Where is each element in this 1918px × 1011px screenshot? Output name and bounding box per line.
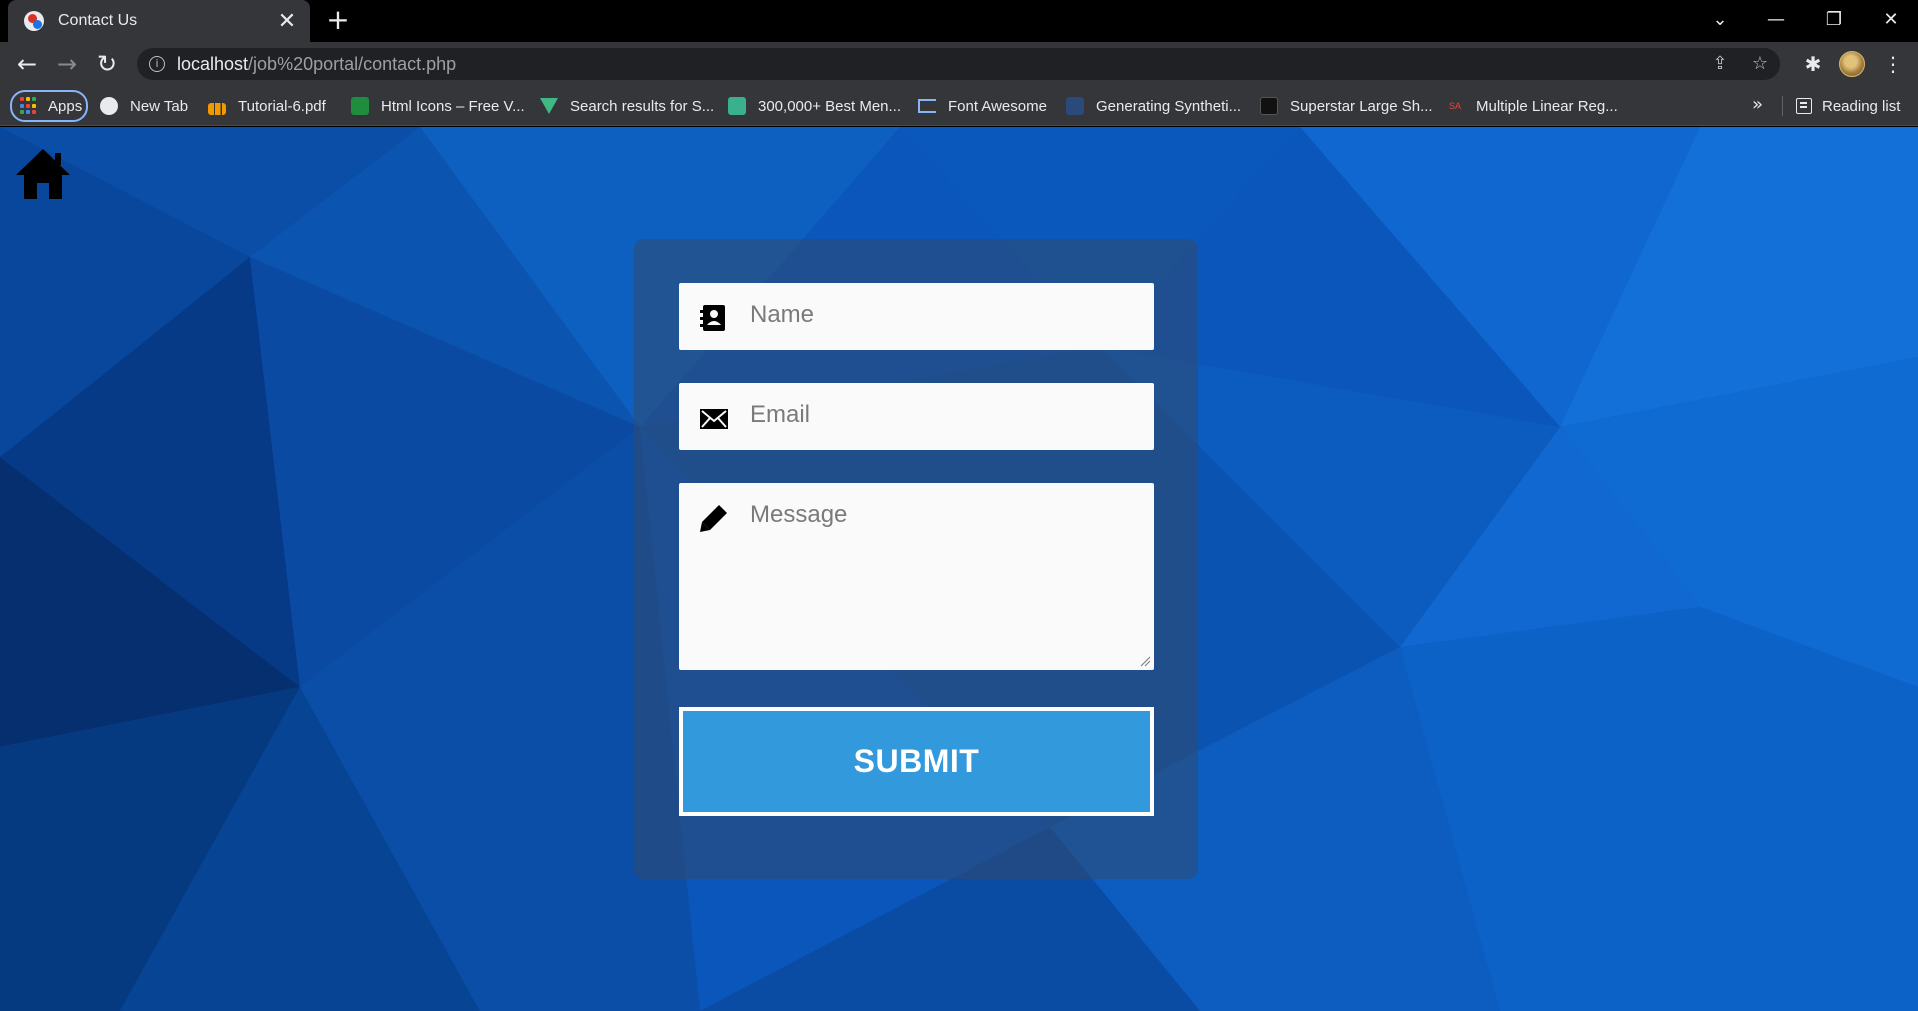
reading-list-label: Reading list <box>1822 97 1901 115</box>
green-square-icon <box>351 97 369 115</box>
dark-icon <box>1260 97 1278 115</box>
resize-handle-icon[interactable] <box>1139 655 1151 667</box>
email-placeholder: Email <box>750 401 811 428</box>
new-tab-button[interactable]: + <box>324 6 352 34</box>
bookmarks-overflow-button[interactable]: » <box>1752 94 1763 115</box>
pdf-icon <box>208 103 226 115</box>
url-host: localhost <box>177 54 249 74</box>
share-icon[interactable]: ⇪ <box>1708 52 1732 76</box>
tab-title: Contact Us <box>58 12 138 29</box>
message-placeholder: Message <box>750 501 848 528</box>
bookmark-label: Font Awesome <box>948 97 1047 115</box>
bookmark-linear-reg[interactable]: SA Multiple Linear Reg... <box>1446 91 1618 121</box>
tab-search-icon[interactable]: ⌄ <box>1700 4 1740 36</box>
window-close-button[interactable]: ✕ <box>1871 4 1911 36</box>
tds-icon <box>1066 97 1084 115</box>
url-path: /job%20portal/contact.php <box>248 54 457 74</box>
bookmark-search-results[interactable]: Search results for S... <box>540 91 714 121</box>
favicon-icon <box>24 11 44 31</box>
bookmark-star-icon[interactable]: ☆ <box>1748 52 1772 76</box>
back-button[interactable]: ← <box>12 49 42 79</box>
bookmark-font-awesome[interactable]: Font Awesome <box>918 91 1047 121</box>
home-icon[interactable] <box>14 147 72 201</box>
bookmark-superstar[interactable]: Superstar Large Sh... <box>1260 91 1433 121</box>
bookmark-generating[interactable]: Generating Syntheti... <box>1066 91 1241 121</box>
url-text[interactable]: localhost/job%20portal/contact.php <box>177 54 456 75</box>
bookmark-label: 300,000+ Best Men... <box>758 97 902 115</box>
bookmark-apps[interactable]: Apps <box>10 90 88 122</box>
bookmark-best-men[interactable]: 300,000+ Best Men... <box>728 91 901 121</box>
v-icon <box>540 98 558 114</box>
bookmark-label: Superstar Large Sh... <box>1290 97 1433 115</box>
bookmark-label: Html Icons – Free V... <box>381 97 525 115</box>
submit-button[interactable]: SUBMIT <box>679 707 1154 816</box>
bookmark-label: Apps <box>48 97 83 115</box>
bookmarks-bar: Apps New Tab Tutorial-6.pdf Html Icons –… <box>0 86 1918 126</box>
envelope-icon <box>700 409 728 429</box>
email-field[interactable]: Email <box>679 383 1154 450</box>
name-placeholder: Name <box>750 301 815 328</box>
bookmark-tutorial[interactable]: Tutorial-6.pdf <box>208 91 326 121</box>
message-textarea[interactable]: Message <box>679 483 1154 670</box>
bookmark-label: Search results for S... <box>570 97 715 115</box>
minimize-button[interactable]: — <box>1756 4 1796 36</box>
reading-list-icon <box>1796 98 1812 114</box>
profile-avatar[interactable] <box>1839 51 1865 77</box>
reload-button[interactable]: ↻ <box>92 49 122 79</box>
flag-icon <box>918 99 936 113</box>
bookmark-html-icons[interactable]: Html Icons – Free V... <box>351 91 525 121</box>
tab-strip: Contact Us ✕ + ⌄ — ❐ ✕ <box>0 0 1918 42</box>
pencil-icon <box>700 505 727 532</box>
sa-icon: SA <box>1448 101 1461 111</box>
globe-icon <box>100 97 118 115</box>
teal-icon <box>728 97 746 115</box>
bookmark-label: Tutorial-6.pdf <box>238 97 326 115</box>
bookmark-new-tab[interactable]: New Tab <box>100 91 188 121</box>
name-field[interactable]: Name <box>679 283 1154 350</box>
address-bar[interactable]: i localhost/job%20portal/contact.php ⇪ ☆ <box>137 48 1780 80</box>
browser-toolbar: ← → ↻ i localhost/job%20portal/contact.p… <box>0 42 1918 86</box>
tab-close-icon[interactable]: ✕ <box>272 9 302 34</box>
menu-icon[interactable]: ⋮ <box>1880 51 1906 77</box>
apps-icon <box>20 97 38 115</box>
forward-button[interactable]: → <box>52 49 82 79</box>
bookmark-label: Multiple Linear Reg... <box>1476 97 1618 115</box>
restore-button[interactable]: ❐ <box>1814 4 1854 36</box>
page-viewport: Name Email Message SUBMIT <box>0 127 1918 1011</box>
site-info-icon[interactable]: i <box>149 56 165 72</box>
reading-list-button[interactable]: Reading list <box>1796 91 1900 121</box>
bookmarks-divider <box>1782 96 1783 116</box>
bookmark-label: Generating Syntheti... <box>1096 97 1242 115</box>
bookmark-label: New Tab <box>130 97 189 115</box>
extensions-icon[interactable]: ✱ <box>1800 51 1826 77</box>
tab-contact-us[interactable]: Contact Us ✕ <box>8 0 310 42</box>
address-card-icon <box>700 305 725 331</box>
